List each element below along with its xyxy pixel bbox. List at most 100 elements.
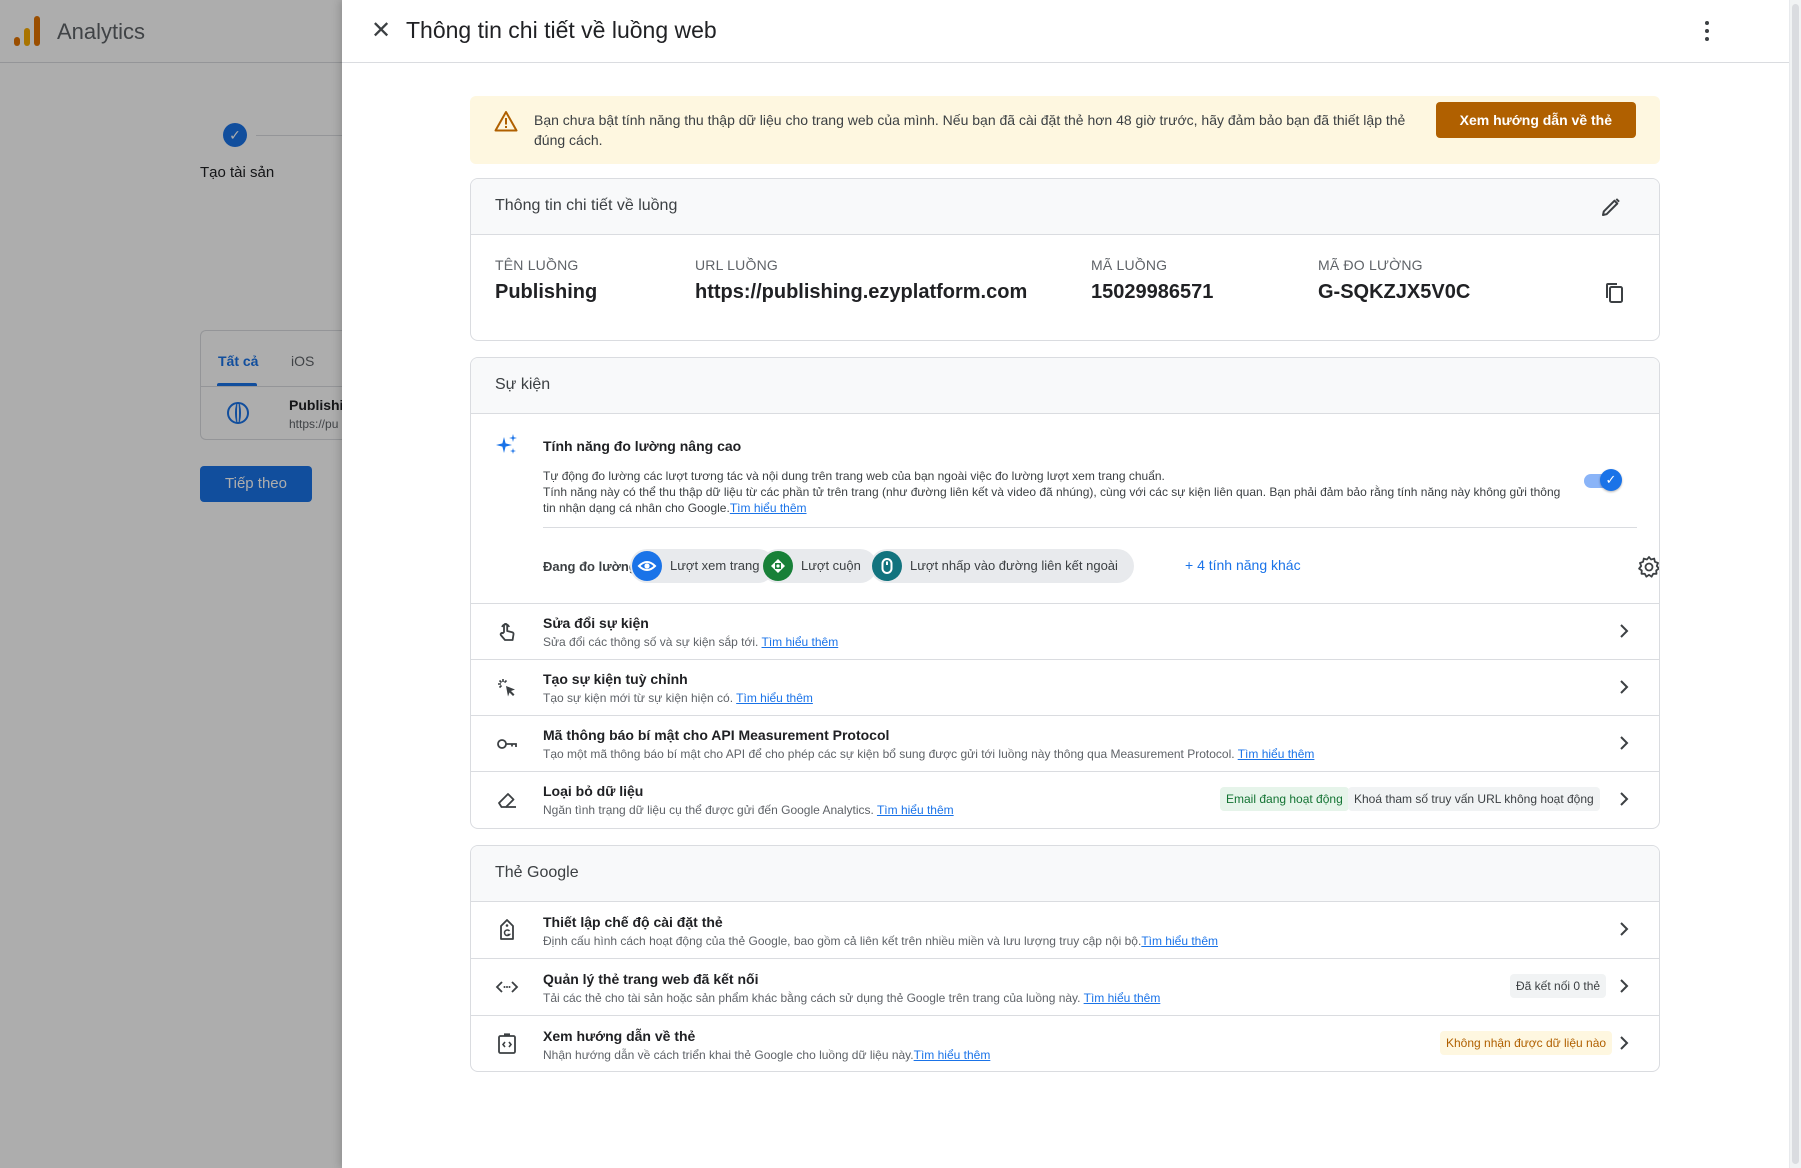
description-text: Tạo một mã thông báo bí mật cho API để c… (543, 747, 1235, 761)
field-label: TÊN LUỒNG (495, 257, 579, 273)
code-icon (495, 981, 519, 993)
create-custom-events-row[interactable]: Tạo sự kiện tuỳ chỉnh Tạo sự kiện mới từ… (471, 660, 1659, 716)
row-title: Xem hướng dẫn về thẻ (543, 1028, 696, 1044)
panel-header: ✕ Thông tin chi tiết về luồng web (342, 0, 1801, 63)
sparkle-icon (496, 434, 517, 454)
stream-name-field: TÊN LUỒNG Publishing (495, 257, 597, 304)
scroll-icon (763, 551, 793, 581)
description-text: Tải các thẻ cho tài sản hoặc sản phẩm kh… (543, 991, 1081, 1005)
row-description: Nhận hướng dẫn về cách triển khai thẻ Go… (543, 1048, 990, 1062)
measuring-label: Đang đo lường: (543, 559, 642, 574)
google-tag-card: Thẻ Google Thiết lập chế độ cài đặt thẻ … (470, 845, 1660, 1072)
panel-title: Thông tin chi tiết về luồng web (406, 17, 717, 43)
row-title: Sửa đổi sự kiện (543, 615, 649, 631)
row-description: Tải các thẻ cho tài sản hoặc sản phẩm kh… (543, 991, 1160, 1005)
touch-icon (499, 623, 515, 641)
card-title: Thẻ Google (495, 864, 579, 881)
scrollbar[interactable] (1789, 0, 1801, 1168)
chip-label: Lượt nhấp vào đường liên kết ngoài (910, 558, 1118, 573)
description-text: Ngăn tình trạng dữ liệu cụ thể được gửi … (543, 803, 874, 817)
field-label: URL LUỒNG (695, 257, 778, 273)
divider (543, 527, 1637, 528)
status-badge: Không nhận được dữ liệu nào (1440, 1031, 1613, 1055)
scrollbar-thumb[interactable] (1792, 4, 1799, 1164)
status-badge: Email đang hoạt động (1220, 787, 1349, 811)
enhanced-measurement-toggle[interactable]: ✓ (1584, 469, 1622, 491)
learn-more-link[interactable]: Tìm hiểu thêm (1238, 747, 1315, 761)
enhanced-measurement-title: Tính năng đo lường nâng cao (543, 438, 742, 454)
row-title: Thiết lập chế độ cài đặt thẻ (543, 914, 723, 930)
card-title: Sự kiện (495, 376, 551, 393)
panel-content: Bạn chưa bật tính năng thu thập dữ liệu … (470, 96, 1660, 1072)
eye-icon (632, 551, 662, 581)
chip-page-views[interactable]: Lượt xem trang (630, 549, 776, 583)
field-value: https://publishing.ezyplatform.com (695, 281, 1028, 303)
stream-details-card: Thông tin chi tiết về luồng TÊN LUỒNG Pu… (470, 178, 1660, 341)
chevron-right-icon (1620, 1036, 1629, 1050)
enhanced-measurement-description: Tự động đo lường các lượt tương tác và n… (543, 468, 1573, 516)
warning-text: Bạn chưa bật tính năng thu thập dữ liệu … (534, 112, 1406, 148)
warning-banner: Bạn chưa bật tính năng thu thập dữ liệu … (470, 96, 1660, 164)
chip-scrolls[interactable]: Lượt cuộn (761, 549, 877, 583)
gear-icon[interactable] (1637, 555, 1660, 579)
tag-code-icon (498, 1033, 516, 1054)
row-description: Sửa đổi các thông số và sự kiện sắp tới.… (543, 635, 838, 649)
learn-more-link[interactable]: Tìm hiểu thêm (762, 635, 839, 649)
measuring-row: Đang đo lường: Lượt xem trang Lượt cuộn (543, 549, 1659, 583)
configure-tag-settings-row[interactable]: Thiết lập chế độ cài đặt thẻ Định cấu hì… (471, 902, 1659, 959)
status-badge: Khoá tham số truy vấn URL không hoạt độn… (1348, 787, 1600, 811)
view-tag-instructions-row[interactable]: Xem hướng dẫn về thẻ Nhận hướng dẫn về c… (471, 1016, 1659, 1071)
chevron-right-icon (1620, 922, 1629, 936)
modify-events-row[interactable]: Sửa đổi sự kiện Sửa đổi các thông số và … (471, 604, 1659, 660)
field-value: Publishing (495, 281, 598, 303)
chevron-right-icon (1620, 624, 1629, 638)
more-vert-icon[interactable] (1695, 18, 1719, 44)
row-title: Loại bỏ dữ liệu (543, 783, 644, 799)
learn-more-link[interactable]: Tìm hiểu thêm (877, 803, 954, 817)
stream-id-field: MÃ LUỒNG 15029986571 (1091, 257, 1213, 304)
field-value: 15029986571 (1091, 281, 1214, 303)
chevron-right-icon (1620, 979, 1629, 993)
more-features-link[interactable]: + 4 tính năng khác (1185, 557, 1301, 573)
row-title: Quản lý thẻ trang web đã kết nối (543, 971, 759, 987)
description-text: Nhận hướng dẫn về cách triển khai thẻ Go… (543, 1048, 914, 1062)
mouse-icon (872, 551, 902, 581)
enhanced-measurement: Tính năng đo lường nâng cao Tự động đo l… (471, 414, 1659, 604)
card-header: Sự kiện (471, 358, 1659, 414)
stream-url-field: URL LUỒNG https://publishing.ezyplatform… (695, 257, 1027, 304)
chip-outbound-clicks[interactable]: Lượt nhấp vào đường liên kết ngoài (870, 549, 1134, 583)
description-line-1: Tự động đo lường các lượt tương tác và n… (543, 469, 1165, 483)
warning-icon (494, 111, 518, 132)
card-header: Thẻ Google (471, 846, 1659, 902)
manage-connected-site-tags-row[interactable]: Quản lý thẻ trang web đã kết nối Tải các… (471, 959, 1659, 1016)
eraser-icon (498, 793, 516, 808)
close-icon[interactable]: ✕ (368, 18, 394, 44)
view-tag-instructions-button[interactable]: Xem hướng dẫn về thẻ (1435, 102, 1636, 138)
description-text: Tính năng này có thể thu thập dữ liệu từ… (543, 485, 1561, 515)
field-label: MÃ LUỒNG (1091, 257, 1168, 273)
learn-more-link[interactable]: Tìm hiểu thêm (914, 1048, 991, 1062)
copy-icon[interactable] (1602, 281, 1626, 305)
check-icon: ✓ (1600, 469, 1622, 491)
learn-more-link[interactable]: Tìm hiểu thêm (736, 691, 813, 705)
field-value: G-SQKZJX5V0C (1318, 281, 1471, 303)
row-title: Tạo sự kiện tuỳ chỉnh (543, 671, 688, 687)
redact-data-row[interactable]: Loại bỏ dữ liệu Ngăn tình trạng dữ liệu … (471, 772, 1659, 828)
description-text: Tạo sự kiện mới từ sự kiện hiện có. (543, 691, 734, 705)
status-badge: Đã kết nối 0 thẻ (1510, 974, 1607, 998)
chip-label: Lượt cuộn (801, 558, 861, 573)
measurement-protocol-secrets-row[interactable]: Mã thông báo bí mật cho API Measurement … (471, 716, 1659, 772)
row-description: Định cấu hình cách hoạt động của thẻ Goo… (543, 934, 1218, 948)
description-line-2: Tính năng này có thể thu thập dữ liệu từ… (543, 484, 1573, 516)
learn-more-link[interactable]: Tìm hiểu thêm (1141, 934, 1218, 948)
row-description: Ngăn tình trạng dữ liệu cụ thể được gửi … (543, 803, 954, 817)
key-icon (497, 739, 517, 749)
tag-icon (500, 919, 514, 940)
chevron-right-icon (1620, 680, 1629, 694)
row-description: Tạo một mã thông báo bí mật cho API để c… (543, 747, 1314, 761)
edit-icon[interactable] (1599, 195, 1623, 219)
chevron-right-icon (1620, 792, 1629, 806)
measurement-id-field: MÃ ĐO LƯỜNG G-SQKZJX5V0C (1318, 257, 1470, 304)
learn-more-link[interactable]: Tìm hiểu thêm (730, 501, 807, 515)
learn-more-link[interactable]: Tìm hiểu thêm (1084, 991, 1161, 1005)
